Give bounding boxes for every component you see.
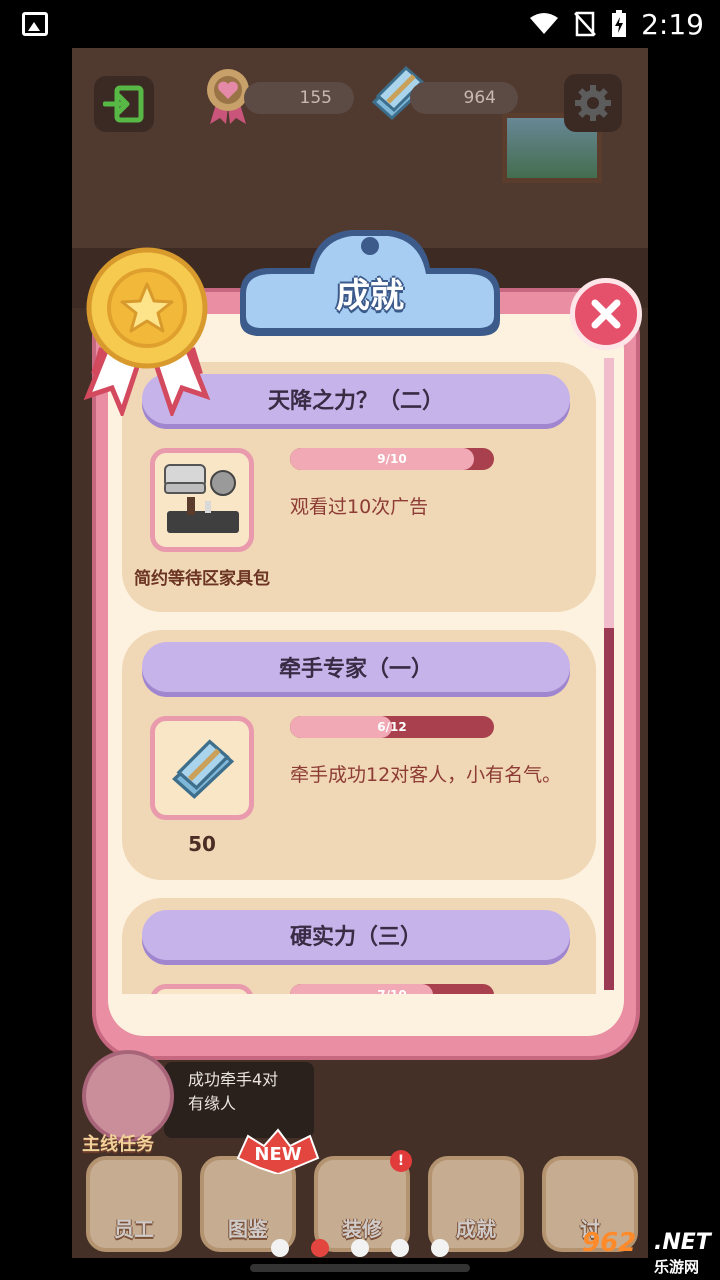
page-dot[interactable] [431, 1239, 449, 1257]
no-signal-icon [574, 11, 597, 37]
mission-bubble: 成功牵手4对 有缘人 [164, 1062, 314, 1138]
mission-text-line2: 有缘人 [188, 1094, 237, 1113]
close-button[interactable] [570, 278, 642, 350]
clock: 2:19 [641, 7, 704, 41]
achievement-list[interactable]: 天降之力？（二） 简约等待区家具包 9/10 观看过10次广告 牵手专家（一） … [122, 362, 596, 994]
achievement-panel: 天降之力？（二） 简约等待区家具包 9/10 观看过10次广告 牵手专家（一） … [108, 314, 624, 1036]
home-indicator[interactable] [250, 1264, 470, 1272]
achievement-title: 牵手专家（一） [142, 642, 570, 692]
hearts-value: 155 [299, 88, 332, 108]
exit-icon [103, 85, 144, 123]
mission-clipboard-icon [82, 1050, 174, 1142]
status-bar: 2:19 [0, 0, 720, 48]
new-badge-text: NEW [254, 1144, 301, 1165]
system-tray: 2:19 [529, 0, 704, 48]
page-dot[interactable] [351, 1239, 369, 1257]
watermark-suffix: .NET [654, 1230, 711, 1255]
progress-bar: 6/12 [290, 716, 494, 738]
main-mission[interactable]: 成功牵手4对 有缘人 主线任务 [82, 1050, 314, 1155]
money-counter: 964 [410, 82, 518, 114]
page-dot[interactable] [271, 1239, 289, 1257]
progress-bar: 7/10 [290, 984, 494, 994]
money-stack-icon [172, 739, 235, 799]
watermark-sub: 乐游网 [654, 1258, 700, 1276]
scrollbar[interactable] [604, 358, 614, 990]
achievement-description: 牵手成功12对客人，小有名气。 [290, 764, 562, 786]
reward-label: 简约等待区家具包 [134, 569, 270, 589]
modal-title-tag: 成就 [230, 224, 510, 342]
watermark-brand: 962 [582, 1228, 637, 1258]
page-dot[interactable] [391, 1239, 409, 1257]
settings-button[interactable] [564, 74, 622, 132]
close-icon [591, 299, 621, 329]
mission-text-line1: 成功牵手4对 [188, 1070, 279, 1089]
reward-amount: 50 [188, 832, 216, 856]
progress-text: 6/12 [377, 720, 407, 734]
progress-text: 7/10 [290, 984, 494, 994]
image-notification-icon [22, 12, 48, 36]
progress-bar: 9/10 [290, 448, 494, 470]
progress-text: 9/10 [377, 452, 407, 466]
achievement-card: 硬实力（三） 7/10 [122, 898, 596, 994]
alert-badge: ! [390, 1150, 412, 1172]
reward-box[interactable] [150, 448, 254, 552]
scrollbar-thumb[interactable] [604, 628, 614, 990]
exit-button[interactable] [94, 76, 154, 132]
game-screen: 155 964 天降之力？（二） 简约等待区家具包 9/10 观看过10次广告 … [72, 48, 648, 1258]
achievement-title: 硬实力（三） [142, 910, 570, 960]
achievement-description: 观看过10次广告 [290, 496, 429, 518]
reward-box[interactable] [150, 984, 254, 994]
site-watermark: 962 .NET 乐游网 [582, 1228, 716, 1278]
gear-icon [575, 85, 611, 121]
wifi-icon [530, 13, 559, 34]
furniture-pack-icon [164, 464, 239, 533]
page-dot-active[interactable] [311, 1239, 329, 1257]
modal-title: 成就 [336, 276, 404, 316]
money-value: 964 [463, 88, 496, 108]
new-badge: NEW [236, 1128, 320, 1174]
star-medal-icon [83, 247, 211, 416]
achievement-card: 牵手专家（一） 50 6/12 牵手成功12对客人，小有名气。 [122, 630, 596, 880]
reward-box[interactable] [150, 716, 254, 820]
hearts-counter: 155 [244, 82, 354, 114]
battery-charging-icon [612, 10, 627, 37]
